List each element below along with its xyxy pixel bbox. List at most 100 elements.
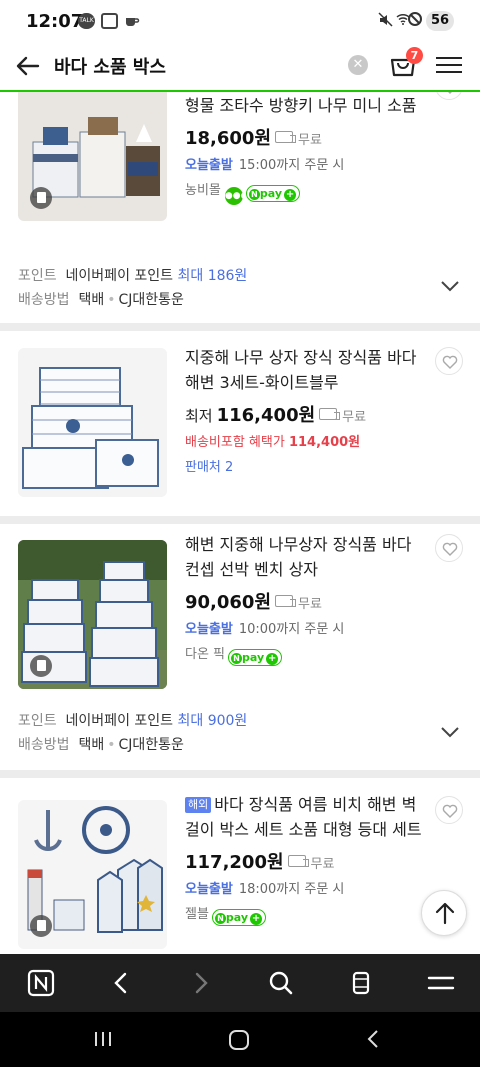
system-back-button[interactable] (362, 1028, 384, 1054)
delivery-truck-icon (275, 131, 297, 143)
price-row: 최저 116,400원 무료 (185, 401, 425, 427)
image-count-icon (30, 915, 52, 937)
browser-back-button[interactable] (106, 968, 136, 998)
product-list: 해외바다 장식품 여름 레스토랑 소형물 조타수 방향키 나무 미니 소품 18… (0, 92, 480, 954)
section-divider (0, 323, 480, 331)
overseas-badge: 해외 (185, 797, 212, 813)
dispatch-deadline: 18:00까지 주문 시 (238, 882, 345, 897)
system-navigation-bar (0, 1012, 480, 1067)
product-price: 90,060원 (185, 592, 272, 613)
seller-name[interactable]: 다온 픽 (185, 647, 225, 662)
product-image[interactable] (18, 348, 167, 497)
product-footer: 포인트 네이버페이 포인트 최대 900원 배송방법 택배 • CJ대한통운 (18, 709, 247, 757)
product-title[interactable]: 해변 지중해 나무상자 장식품 바다 컨셉 선박 벤치 상자 (185, 532, 425, 582)
seller-row: 농비몰 ●●● Npay + (185, 179, 425, 205)
today-dispatch-label: 오늘출발 (185, 622, 233, 637)
product-price: 117,200원 (185, 852, 284, 873)
menu-button[interactable] (436, 52, 462, 78)
product-card[interactable]: 해외 바다 장식품 여름 비치 해변 벽걸이 박스 세트 소품 대형 등대 세트 … (0, 778, 480, 954)
product-price: 18,600원 (185, 128, 272, 149)
delivery-row: 오늘출발 18:00까지 주문 시 (185, 878, 425, 900)
search-icon[interactable] (266, 968, 296, 998)
seller-row: 다온 픽 Npay + (185, 643, 425, 667)
product-card[interactable]: 지중해 나무 상자 장식 장식품 바다 해변 3세트-화이트블루 최저 116,4… (0, 331, 480, 516)
scroll-to-top-button[interactable] (421, 890, 467, 936)
search-header: 바다 소품 박스 ✕ 7 (0, 42, 480, 92)
shipping-fee: 무료 (298, 597, 322, 612)
today-dispatch-label: 오늘출발 (185, 882, 233, 897)
delivery-row: 오늘출발 15:00까지 주문 시 (185, 154, 425, 176)
product-price: 116,400원 (216, 405, 316, 426)
delivery-truck-icon (319, 408, 341, 420)
browser-bottom-nav (0, 954, 480, 1012)
expand-chevron-icon[interactable] (440, 276, 460, 296)
price-row: 18,600원 무료 (185, 124, 425, 150)
price-prefix: 최저 (185, 407, 213, 425)
npay-badge: Npay + (245, 185, 301, 202)
do-not-disturb-icon (408, 12, 422, 26)
product-image[interactable] (18, 92, 167, 221)
home-button[interactable] (227, 1028, 251, 1056)
product-title[interactable]: 해외바다 장식품 여름 레스토랑 소형물 조타수 방향키 나무 미니 소품 (185, 92, 425, 118)
product-info: 해외바다 장식품 여름 레스토랑 소형물 조타수 방향키 나무 미니 소품 18… (185, 92, 425, 205)
status-bar: 12:07 TALK 56 (0, 0, 480, 42)
dispatch-deadline: 10:00까지 주문 시 (238, 622, 345, 637)
product-footer: 포인트 네이버페이 포인트 최대 186원 배송방법 택배 • CJ대한통운 (18, 264, 247, 312)
wishlist-heart-button[interactable] (435, 534, 463, 562)
section-divider (0, 770, 480, 778)
image-count-icon (30, 187, 52, 209)
delivery-truck-icon (287, 855, 309, 867)
screenshot-icon (101, 13, 118, 29)
product-title[interactable]: 해외 바다 장식품 여름 비치 해변 벽걸이 박스 세트 소품 대형 등대 세트 (185, 792, 425, 842)
npay-badge: Npay + (228, 649, 283, 666)
product-image[interactable] (18, 540, 167, 689)
point-row: 포인트 네이버페이 포인트 최대 900원 (18, 713, 248, 729)
recent-apps-button[interactable] (92, 1028, 114, 1054)
seller-count-link[interactable]: 판매처 2 (185, 460, 233, 475)
back-button[interactable] (12, 50, 44, 82)
product-image[interactable] (18, 800, 167, 949)
browser-menu-button[interactable] (426, 968, 456, 998)
cart-count-badge: 7 (406, 47, 423, 64)
rotate-icon[interactable] (346, 968, 376, 998)
section-divider (0, 516, 480, 524)
clear-search-button[interactable]: ✕ (348, 55, 368, 75)
shipping-fee: 무료 (342, 410, 367, 425)
talktalk-icon[interactable]: ●●● (224, 187, 248, 205)
delivery-truck-icon (275, 595, 297, 607)
wishlist-heart-button[interactable] (435, 347, 463, 375)
delivery-row: 오늘출발 10:00까지 주문 시 (185, 618, 425, 640)
benefit-row: 배송비포함 혜택가 114,400원 (185, 431, 425, 453)
browser-forward-button[interactable] (186, 968, 216, 998)
seller-count-row: 판매처 2 (185, 456, 425, 480)
coffee-icon (124, 13, 140, 29)
today-dispatch-label: 오늘출발 (185, 158, 233, 173)
price-row: 117,200원 무료 (185, 848, 425, 874)
npay-badge: Npay + (211, 909, 267, 926)
product-info: 해외 바다 장식품 여름 비치 해변 벽걸이 박스 세트 소품 대형 등대 세트 … (185, 792, 425, 927)
naver-home-button[interactable] (26, 968, 56, 998)
talk-notification-icon: TALK (78, 13, 95, 29)
expand-chevron-icon[interactable] (440, 722, 460, 742)
battery-indicator: 56 (426, 11, 454, 31)
seller-name[interactable]: 농비몰 (185, 183, 221, 198)
product-title[interactable]: 지중해 나무 상자 장식 장식품 바다 해변 3세트-화이트블루 (185, 345, 425, 395)
benefit-price: 114,400원 (288, 435, 361, 450)
image-count-icon (30, 655, 52, 677)
seller-name[interactable]: 젤블 (185, 907, 209, 922)
product-card[interactable]: 해외바다 장식품 여름 레스토랑 소형물 조타수 방향키 나무 미니 소품 18… (0, 92, 480, 323)
dispatch-deadline: 15:00까지 주문 시 (238, 158, 345, 173)
search-input[interactable]: 바다 소품 박스 (54, 53, 166, 79)
wishlist-heart-button[interactable] (435, 796, 463, 824)
product-card[interactable]: 해변 지중해 나무상자 장식품 바다 컨셉 선박 벤치 상자 90,060원 무료… (0, 524, 480, 770)
seller-row: 젤블 Npay + (185, 903, 425, 927)
product-info: 해변 지중해 나무상자 장식품 바다 컨셉 선박 벤치 상자 90,060원 무료… (185, 532, 425, 667)
price-row: 90,060원 무료 (185, 588, 425, 614)
shipping-method-row: 배송방법 택배 • CJ대한통운 (18, 737, 184, 753)
shipping-method-row: 배송방법 택배 • CJ대한통운 (18, 292, 184, 308)
wishlist-heart-button[interactable] (435, 92, 463, 100)
product-info: 지중해 나무 상자 장식 장식품 바다 해변 3세트-화이트블루 최저 116,4… (185, 345, 425, 480)
mute-icon (378, 12, 394, 32)
benefit-label: 배송비포함 혜택가 (185, 435, 285, 450)
shipping-fee: 무료 (298, 133, 322, 148)
